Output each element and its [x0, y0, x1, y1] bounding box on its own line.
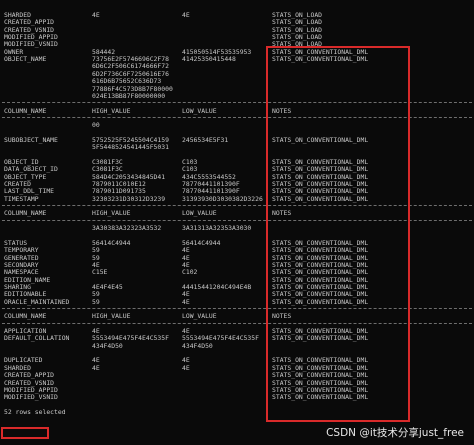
column-name-cell: DEFAULT_COLLATION [4, 334, 70, 343]
low-value-cell: C102 [182, 268, 198, 277]
low-value-cell: 44415441204C494E4B [182, 282, 252, 291]
high-value-cell: 024E13BB87F80000000 [92, 91, 166, 100]
column-name-cell: TIMESTAMP [4, 194, 39, 203]
high-value-cell: C15E [92, 268, 108, 277]
low-value-cell: LOW_VALUE [182, 106, 217, 115]
column-name-cell: COLUMN_NAME [4, 209, 47, 218]
high-value-cell: 32303231D30312D3239 [92, 194, 166, 203]
low-value-cell: 41425350415448 [182, 55, 236, 64]
low-value-cell: 2456534E5F31 [182, 135, 229, 144]
notes-column-highlight [266, 46, 410, 422]
high-value-cell: 59 [92, 297, 100, 306]
high-value-cell: HIGH_VALUE [92, 209, 131, 218]
rows-selected-highlight [1, 427, 49, 439]
low-value-cell: 3A31313A32353A3030 [182, 224, 252, 233]
column-name-cell: OBJECT_NAME [4, 55, 47, 64]
column-name-cell: COLUMN_NAME [4, 312, 47, 321]
column-name-cell: COLUMN_NAME [4, 106, 47, 115]
low-value-cell: 434F4D50 [182, 341, 213, 350]
low-value-cell: 31393930D3030382D3226 [182, 194, 263, 203]
column-name-cell: ORACLE_MAINTAINED [4, 297, 70, 306]
low-value-cell: 4E [182, 11, 190, 19]
column-name-cell: SUBOBJECT_NAME [4, 135, 58, 144]
high-value-cell: 3A30383A32323A3532 [92, 224, 162, 233]
low-value-cell: 4E [182, 297, 190, 306]
watermark-text: CSDN @it技术分享just_free [326, 427, 464, 439]
high-value-cell: HIGH_VALUE [92, 106, 131, 115]
low-value-cell: 4E [182, 363, 190, 372]
column-name-cell: MODIFIED_VSNID [4, 393, 58, 402]
high-value-cell: 4E [92, 363, 100, 372]
column-name-cell: 52 rows selected [4, 407, 66, 416]
low-value-cell: LOW_VALUE [182, 312, 217, 321]
high-value-cell: 5F5448524541445F5031 [92, 143, 169, 152]
high-value-cell: 434F4D50 [92, 341, 123, 350]
low-value-cell: LOW_VALUE [182, 209, 217, 218]
high-value-cell: HIGH_VALUE [92, 312, 131, 321]
high-value-cell: 4E [92, 11, 100, 19]
high-value-cell: 00 [92, 121, 100, 130]
